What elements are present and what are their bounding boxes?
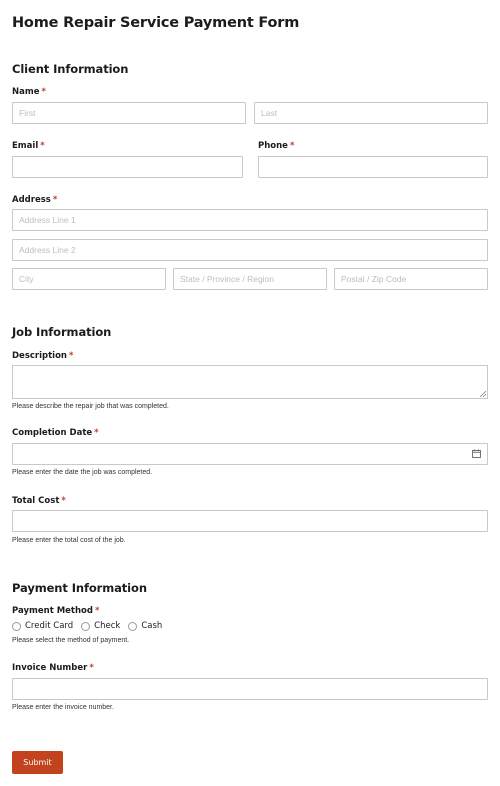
address-label: Address *	[12, 195, 57, 205]
completion-date-input[interactable]	[12, 443, 488, 465]
name-label: Name *	[12, 87, 46, 97]
address-line2-placeholder: Address Line 2	[19, 245, 76, 255]
total-cost-label-text: Total Cost	[12, 496, 60, 506]
radio-label-check[interactable]: Check	[94, 621, 120, 631]
email-label: Email *	[12, 141, 45, 151]
payment-method-options: Credit Card Check Cash	[12, 620, 170, 632]
phone-label-text: Phone	[258, 141, 288, 151]
required-marker: *	[40, 141, 45, 151]
email-input[interactable]	[12, 156, 243, 178]
last-name-placeholder: Last	[261, 108, 278, 118]
total-cost-input[interactable]	[12, 510, 488, 532]
radio-cash[interactable]	[128, 621, 138, 631]
job-section-heading: Job Information	[12, 325, 112, 339]
last-name-input[interactable]: Last	[254, 102, 488, 124]
total-cost-help: Please enter the total cost of the job.	[12, 537, 126, 544]
completion-date-label: Completion Date *	[12, 428, 99, 438]
required-marker: *	[94, 606, 100, 616]
address-label-text: Address	[12, 195, 51, 205]
invoice-number-label: Invoice Number *	[12, 663, 94, 673]
address-line1-input[interactable]: Address Line 1	[12, 209, 488, 231]
radio-credit-card[interactable]	[12, 621, 21, 631]
required-marker: *	[61, 496, 66, 506]
client-section-heading: Client Information	[12, 62, 129, 76]
description-textarea[interactable]	[12, 365, 488, 399]
completion-date-label-text: Completion Date	[12, 428, 93, 438]
required-marker: *	[94, 428, 99, 438]
total-cost-label: Total Cost *	[12, 496, 66, 506]
required-marker: *	[68, 351, 74, 361]
invoice-number-label-text: Invoice Number	[12, 663, 88, 673]
required-marker: *	[89, 663, 94, 673]
phone-input[interactable]	[258, 156, 488, 178]
description-label-text: Description	[12, 351, 67, 361]
form-title: Home Repair Service Payment Form	[12, 15, 300, 31]
calendar-icon[interactable]	[472, 449, 481, 458]
radio-check[interactable]	[81, 621, 91, 631]
city-placeholder: City	[19, 274, 34, 284]
payment-section-heading: Payment Information	[12, 581, 147, 595]
state-input[interactable]: State / Province / Region	[173, 268, 327, 290]
invoice-number-input[interactable]	[12, 678, 488, 700]
required-marker: *	[52, 195, 58, 205]
zip-input[interactable]: Postal / Zip Code	[334, 268, 488, 290]
payment-method-help: Please select the method of payment.	[12, 637, 130, 644]
name-label-text: Name	[12, 87, 40, 97]
first-name-input[interactable]: First	[12, 102, 246, 124]
resize-grip-icon[interactable]	[480, 391, 486, 397]
state-placeholder: State / Province / Region	[180, 274, 275, 284]
radio-label-credit-card[interactable]: Credit Card	[25, 621, 73, 631]
completion-date-help: Please enter the date the job was comple…	[12, 469, 153, 476]
invoice-number-help: Please enter the invoice number.	[12, 704, 114, 711]
first-name-placeholder: First	[19, 108, 36, 118]
payment-method-label-text: Payment Method	[12, 606, 93, 616]
phone-label: Phone *	[258, 141, 294, 151]
city-input[interactable]: City	[12, 268, 166, 290]
payment-method-label: Payment Method *	[12, 606, 99, 616]
description-label: Description *	[12, 351, 73, 361]
required-marker: *	[289, 141, 295, 151]
radio-label-cash[interactable]: Cash	[141, 621, 162, 631]
submit-button[interactable]: Submit	[12, 751, 63, 774]
payment-form: Home Repair Service Payment Form Client …	[0, 0, 500, 786]
address-line2-input[interactable]: Address Line 2	[12, 239, 488, 261]
required-marker: *	[41, 87, 46, 97]
zip-placeholder: Postal / Zip Code	[341, 274, 407, 284]
email-label-text: Email	[12, 141, 39, 151]
description-help: Please describe the repair job that was …	[12, 403, 169, 410]
address-line1-placeholder: Address Line 1	[19, 215, 76, 225]
